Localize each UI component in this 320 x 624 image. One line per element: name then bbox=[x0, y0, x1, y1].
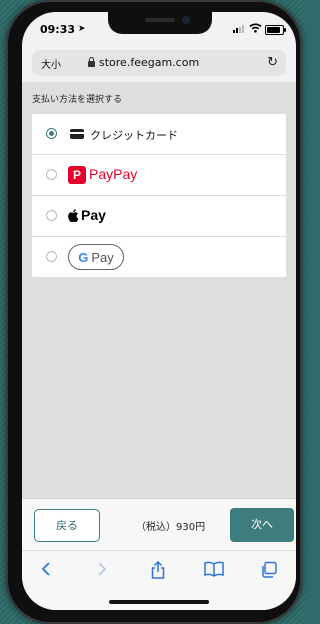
home-indicator bbox=[109, 600, 209, 604]
back-arrow-icon[interactable] bbox=[40, 561, 52, 577]
back-button[interactable]: 戻る bbox=[34, 509, 100, 542]
payment-option-label: Pay bbox=[91, 249, 114, 265]
speaker-grille bbox=[145, 18, 175, 22]
phone-screen: 09:33 ➤ 大小 store.feegam.com ↻ 支払い方法を選択する… bbox=[22, 12, 296, 610]
payment-option-label: PayPay bbox=[89, 166, 138, 182]
text-size-button[interactable]: 大小 bbox=[41, 56, 61, 71]
page-heading: 支払い方法を選択する bbox=[32, 95, 123, 105]
bookmarks-icon[interactable] bbox=[204, 561, 224, 577]
radio-button[interactable] bbox=[46, 251, 57, 262]
google-g-icon: G bbox=[78, 249, 89, 265]
url-display[interactable]: store.feegam.com bbox=[88, 56, 199, 69]
google-pay-logo: G Pay bbox=[68, 244, 124, 270]
front-camera bbox=[182, 16, 190, 24]
order-total: （税込）930円 bbox=[136, 522, 206, 533]
payment-option-credit-card[interactable]: クレジットカード bbox=[32, 114, 286, 155]
reload-icon[interactable]: ↻ bbox=[267, 55, 278, 70]
location-arrow-icon: ➤ bbox=[78, 24, 86, 34]
radio-button-selected[interactable] bbox=[46, 128, 57, 139]
battery-icon bbox=[265, 25, 286, 35]
apple-logo-icon bbox=[68, 208, 79, 222]
wifi-icon bbox=[249, 23, 262, 33]
payment-option-label: Pay bbox=[81, 207, 106, 223]
payment-option-apple-pay[interactable]: Pay bbox=[32, 196, 286, 237]
phone-frame: 09:33 ➤ 大小 store.feegam.com ↻ 支払い方法を選択する… bbox=[6, 0, 302, 624]
url-text: store.feegam.com bbox=[99, 56, 200, 69]
forward-arrow-icon[interactable] bbox=[96, 561, 108, 577]
payment-options-list: クレジットカード P PayPay Pay G Pay bbox=[32, 114, 286, 277]
paypay-logo-icon: P bbox=[68, 166, 86, 184]
cellular-signal-icon bbox=[233, 25, 244, 33]
status-time: 09:33 bbox=[40, 23, 76, 36]
credit-card-icon bbox=[70, 129, 84, 139]
share-icon[interactable] bbox=[150, 561, 166, 579]
checkout-footer: 戻る （税込）930円 次へ bbox=[22, 498, 296, 551]
payment-option-google-pay[interactable]: G Pay bbox=[32, 237, 286, 277]
radio-button[interactable] bbox=[46, 210, 57, 221]
lock-icon bbox=[88, 56, 95, 67]
radio-button[interactable] bbox=[46, 169, 57, 180]
address-bar[interactable]: 大小 store.feegam.com ↻ bbox=[32, 50, 286, 76]
next-button[interactable]: 次へ bbox=[230, 508, 294, 542]
payment-option-paypay[interactable]: P PayPay bbox=[32, 155, 286, 196]
apple-pay-logo: Pay bbox=[68, 207, 106, 223]
tabs-icon[interactable] bbox=[260, 561, 278, 579]
page-content: 支払い方法を選択する クレジットカード P PayPay Pay G Pay bbox=[22, 82, 296, 512]
notch bbox=[108, 12, 212, 34]
payment-option-label: クレジットカード bbox=[90, 129, 178, 142]
